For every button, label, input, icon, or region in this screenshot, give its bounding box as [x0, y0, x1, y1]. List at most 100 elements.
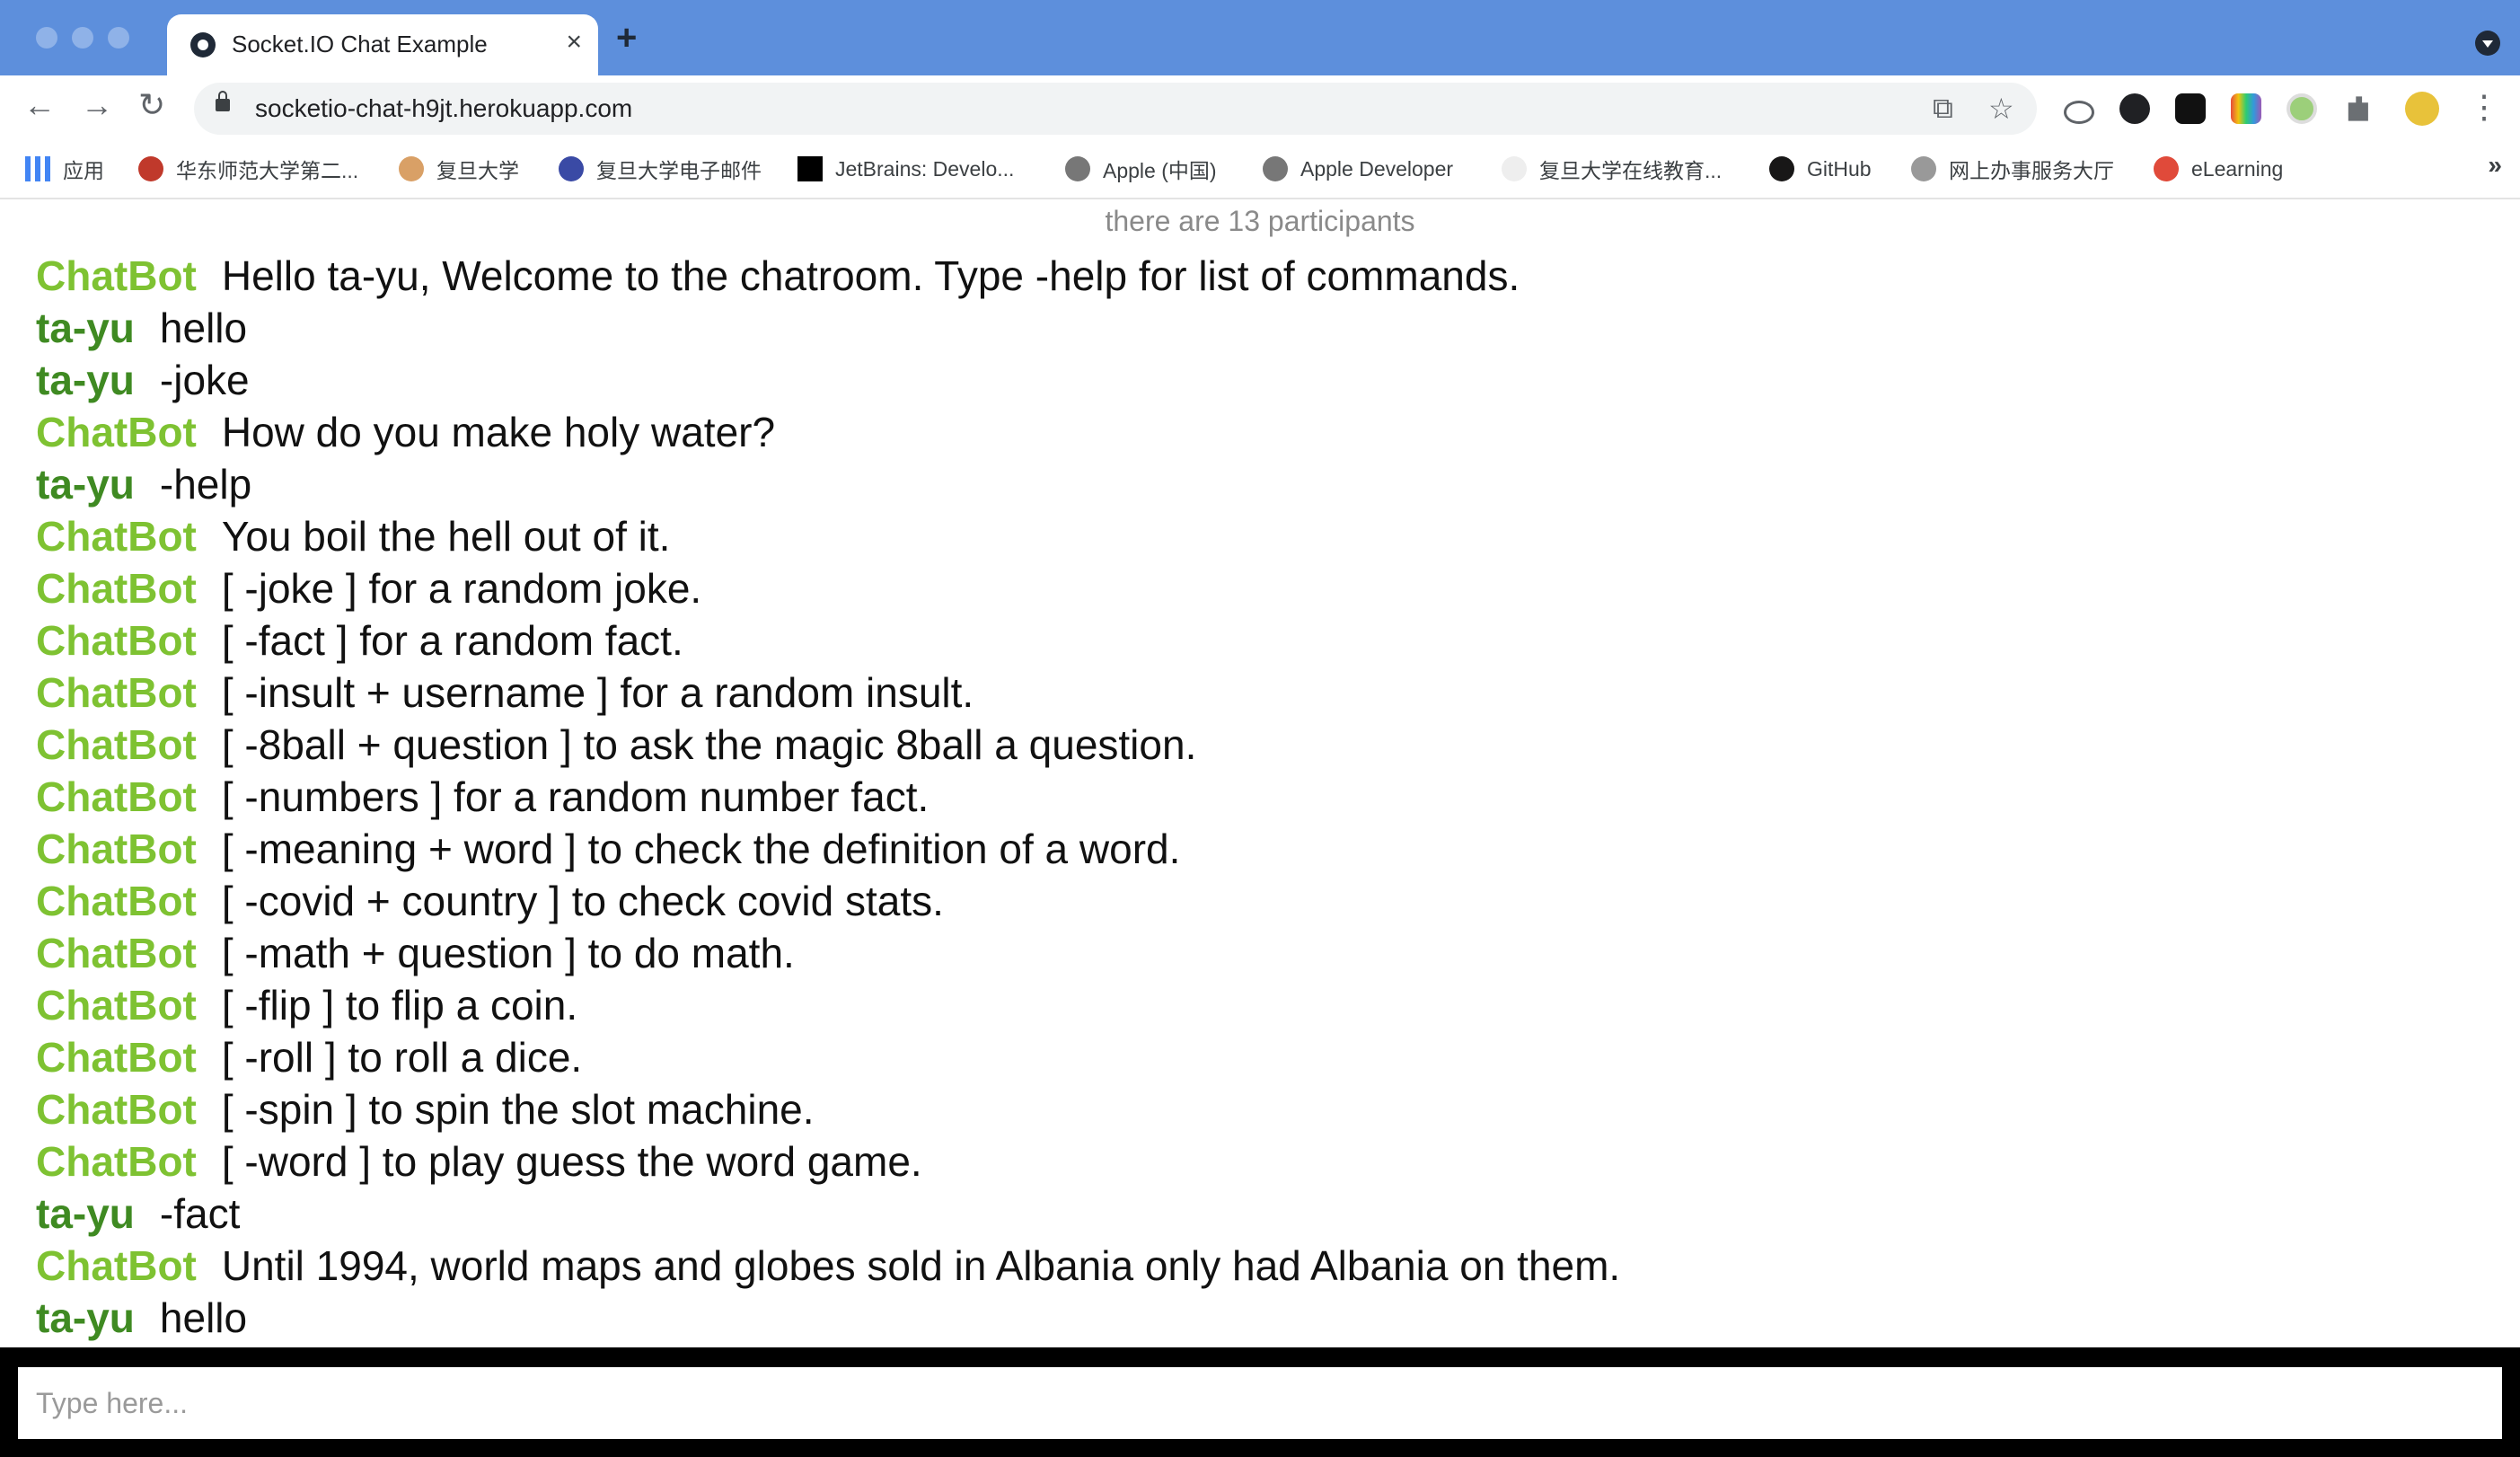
message-text: [ -covid + country ] to check covid stat… [221, 878, 944, 924]
chat-message: ChatBot [ -spin ] to spin the slot machin… [36, 1083, 2497, 1135]
blank-page-icon [1502, 156, 1527, 181]
tab-close-icon[interactable]: × [566, 27, 582, 57]
message-text: You boil the hell out of it. [221, 513, 671, 560]
extension-dark-circle-icon[interactable] [2119, 93, 2150, 124]
bookmark-item[interactable]: GitHub [1769, 153, 1872, 185]
bookmark-label: JetBrains: Develo... [835, 156, 1015, 181]
house-icon [1911, 156, 1936, 181]
chat-message-input[interactable] [18, 1367, 2502, 1439]
message-text: hello [159, 1294, 248, 1341]
forward-button[interactable]: → [81, 86, 113, 124]
extension-mask-icon[interactable] [2175, 93, 2206, 124]
bookmark-item[interactable]: 复旦大学 [399, 153, 519, 185]
bookmark-item[interactable]: Apple (中国) [1065, 153, 1217, 185]
message-username: ChatBot [36, 878, 197, 924]
message-text: Hello ta-yu, Welcome to the chatroom. Ty… [221, 252, 1520, 299]
browser-menu-icon[interactable]: ⋮ [2468, 88, 2500, 126]
message-username: ChatBot [36, 252, 197, 299]
elearning-icon [2154, 156, 2179, 181]
message-text: [ -fact ] for a random fact. [221, 617, 683, 664]
chat-message: ChatBot Hello ta-yu, Welcome to the chatr… [36, 250, 2497, 302]
message-text: How do you make holy water? [221, 409, 776, 455]
window-minimize-dot[interactable] [72, 27, 93, 49]
chat-message: ta-yu hello [36, 302, 2497, 354]
message-text: [ -roll ] to roll a dice. [221, 1034, 583, 1081]
message-username: ChatBot [36, 930, 197, 976]
bookmark-item[interactable]: Apple Developer [1263, 153, 1453, 185]
message-text: [ -math + question ] to do math. [221, 930, 795, 976]
bookmark-item[interactable]: 网上办事服务大厅 [1911, 153, 2114, 185]
message-text: [ -flip ] to flip a coin. [221, 982, 578, 1029]
bookmark-label: 复旦大学在线教育... [1539, 159, 1723, 182]
translate-icon[interactable]: ⧉ [1933, 92, 1953, 126]
message-username: ChatBot [36, 617, 197, 664]
tab-title: Socket.IO Chat Example [232, 31, 488, 57]
bookmark-label: 网上办事服务大厅 [1949, 159, 2114, 182]
browser-toolbar: ← → ↻ socketio-chat-h9jt.herokuapp.com ⧉… [0, 75, 2520, 140]
bookmark-item[interactable]: 华东师范大学第二... [138, 153, 358, 185]
github-icon [1769, 156, 1794, 181]
bookmark-label: 应用 [63, 159, 104, 182]
message-list: ChatBot Hello ta-yu, Welcome to the chatr… [36, 250, 2497, 1344]
message-text: [ -8ball + question ] to ask the magic 8… [221, 721, 1197, 768]
message-username: ta-yu [36, 1190, 135, 1237]
chat-message: ChatBot [ -meaning + word ] to check the … [36, 823, 2497, 875]
message-username: ChatBot [36, 773, 197, 820]
bookmarks-overflow-button[interactable]: » [2488, 151, 2502, 180]
bookmark-label: Apple Developer [1300, 156, 1454, 181]
message-username: ta-yu [36, 305, 135, 351]
browser-tab-strip: Socket.IO Chat Example × + [0, 0, 2520, 75]
message-text: [ -numbers ] for a random number fact. [221, 773, 930, 820]
bookmark-label: Apple (中国) [1103, 159, 1217, 182]
tab-search-chevron-icon[interactable] [2475, 31, 2500, 56]
window-close-dot[interactable] [36, 27, 57, 49]
bookmark-star-icon[interactable]: ☆ [1988, 92, 2014, 126]
message-text: [ -word ] to play guess the word game. [221, 1138, 922, 1185]
url-text[interactable]: socketio-chat-h9jt.herokuapp.com [255, 94, 632, 123]
reload-button[interactable]: ↻ [138, 86, 165, 124]
bookmark-item[interactable]: eLearning [2154, 153, 2283, 185]
message-username: ChatBot [36, 1086, 197, 1133]
chat-message: ChatBot [ -word ] to play guess the word … [36, 1135, 2497, 1188]
message-username: ChatBot [36, 565, 197, 612]
back-button[interactable]: ← [23, 86, 56, 124]
chat-message: ChatBot [ -math + question ] to do math. [36, 927, 2497, 979]
chat-message: ChatBot [ -flip ] to flip a coin. [36, 979, 2497, 1031]
bookmark-item[interactable]: JetBrains: Develo... [797, 153, 1014, 185]
active-tab[interactable]: Socket.IO Chat Example × [167, 14, 598, 75]
extension-rainbow-icon[interactable] [2231, 93, 2261, 124]
message-username: ChatBot [36, 1242, 197, 1289]
bookmark-item[interactable]: 复旦大学在线教育... [1502, 153, 1722, 185]
bookmark-item[interactable]: 应用 [25, 153, 104, 185]
chat-message: ChatBot [ -numbers ] for a random number … [36, 771, 2497, 823]
message-text: -help [159, 461, 252, 508]
message-text: Until 1994, world maps and globes sold i… [221, 1242, 1621, 1289]
bookmark-item[interactable]: 复旦大学电子邮件 [559, 153, 762, 185]
chat-message: ta-yu hello [36, 1292, 2497, 1344]
lock-icon[interactable] [216, 91, 230, 111]
profile-avatar[interactable] [2405, 92, 2439, 126]
message-text: [ -insult + username ] for a random insu… [221, 669, 974, 716]
message-username: ChatBot [36, 721, 197, 768]
chat-message: ChatBot You boil the hell out of it. [36, 510, 2497, 562]
socketio-favicon-icon [190, 32, 216, 57]
message-username: ChatBot [36, 669, 197, 716]
bookmark-label: 华东师范大学第二... [176, 159, 359, 182]
new-tab-button[interactable]: + [616, 18, 637, 58]
chat-message: ChatBot Until 1994, world maps and globes… [36, 1240, 2497, 1292]
message-username: ta-yu [36, 461, 135, 508]
bookmark-label: 复旦大学 [436, 159, 519, 182]
extensions-puzzle-icon[interactable] [2348, 96, 2368, 121]
extension-cloud-icon[interactable] [2064, 101, 2094, 124]
window-zoom-dot[interactable] [108, 27, 129, 49]
message-username: ta-yu [36, 357, 135, 403]
message-username: ChatBot [36, 1034, 197, 1081]
chat-message: ChatBot [ -covid + country ] to check cov… [36, 875, 2497, 927]
bookmark-label: 复旦大学电子邮件 [596, 159, 762, 182]
message-username: ta-yu [36, 1294, 135, 1341]
message-username: ChatBot [36, 513, 197, 560]
extension-green-dot-icon[interactable] [2287, 93, 2317, 124]
bookmark-label: GitHub [1807, 156, 1872, 181]
address-bar[interactable]: socketio-chat-h9jt.herokuapp.com ⧉ ☆ [194, 83, 2037, 135]
apps-grid-icon [25, 156, 50, 181]
